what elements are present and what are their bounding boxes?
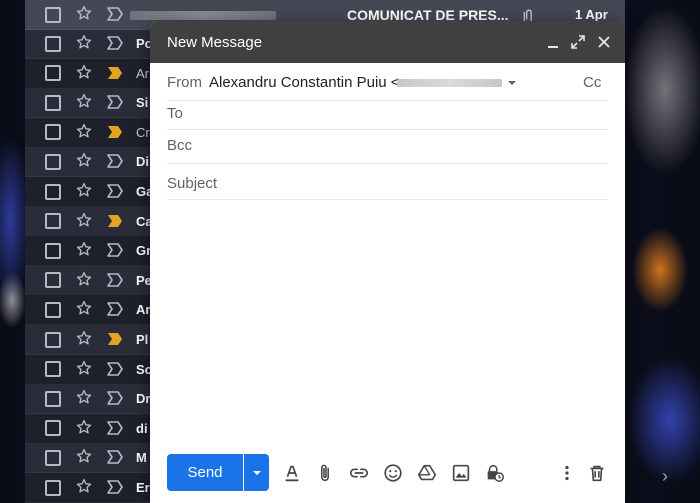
star-icon[interactable] <box>75 240 93 258</box>
compose-window: New Message From Alexandru Constantin Pu… <box>150 21 625 503</box>
row-checkbox[interactable] <box>45 420 61 437</box>
email-sender: Gr <box>136 243 152 259</box>
important-marker-icon[interactable] <box>107 480 123 494</box>
compose-toolbar: Send <box>150 453 625 493</box>
cc-link[interactable]: Cc <box>583 74 601 91</box>
row-checkbox[interactable] <box>45 124 61 141</box>
email-sender: Di <box>136 154 149 170</box>
star-icon[interactable] <box>75 211 93 229</box>
email-sender: Pl <box>136 332 149 347</box>
important-marker-icon[interactable] <box>107 214 123 228</box>
caret-down-icon <box>252 470 261 475</box>
important-marker-icon[interactable] <box>107 302 123 317</box>
star-icon[interactable] <box>75 359 93 377</box>
expand-icon[interactable] <box>570 34 586 50</box>
important-marker-icon[interactable] <box>107 450 123 465</box>
text-format-icon[interactable] <box>281 462 303 484</box>
email-sender: Ar <box>136 65 149 81</box>
star-icon[interactable] <box>75 151 93 169</box>
important-marker-icon[interactable] <box>107 391 123 405</box>
star-icon[interactable] <box>75 388 93 406</box>
divider <box>167 129 608 130</box>
important-marker-icon[interactable] <box>107 66 123 80</box>
trash-icon[interactable] <box>586 462 608 484</box>
star-icon[interactable] <box>75 4 93 22</box>
email-sender: di <box>136 420 148 436</box>
email-sender: M <box>136 450 147 466</box>
link-icon[interactable] <box>348 462 370 484</box>
star-icon[interactable] <box>75 181 93 199</box>
star-icon[interactable] <box>75 270 93 288</box>
to-field[interactable]: To <box>167 105 183 122</box>
important-marker-icon[interactable] <box>107 154 123 169</box>
star-icon[interactable] <box>75 447 93 465</box>
star-icon[interactable] <box>75 477 93 495</box>
row-checkbox[interactable] <box>45 390 61 407</box>
paperclip-icon[interactable] <box>314 462 336 484</box>
important-marker-icon[interactable] <box>107 7 123 21</box>
star-icon[interactable] <box>75 299 93 317</box>
row-checkbox[interactable] <box>45 449 61 466</box>
bcc-field[interactable]: Bcc <box>167 137 192 154</box>
important-marker-icon[interactable] <box>107 36 123 50</box>
email-sender: Dr <box>136 391 151 407</box>
email-sender: Ar <box>136 302 151 318</box>
from-email-redacted <box>397 79 502 87</box>
row-checkbox[interactable] <box>45 183 61 200</box>
important-marker-icon[interactable] <box>107 125 123 139</box>
important-marker-icon[interactable] <box>107 332 123 346</box>
image-icon[interactable] <box>450 462 472 484</box>
row-checkbox[interactable] <box>45 272 61 289</box>
from-label: From <box>167 74 202 91</box>
divider <box>167 100 608 101</box>
drive-icon[interactable] <box>416 462 438 484</box>
important-marker-icon[interactable] <box>107 95 123 109</box>
sender-redacted <box>130 11 276 20</box>
minimize-icon[interactable] <box>545 34 561 50</box>
row-checkbox[interactable] <box>45 94 61 111</box>
caret-down-icon[interactable] <box>506 77 518 89</box>
subject-input[interactable]: Subject <box>167 175 217 192</box>
star-icon[interactable] <box>75 92 93 110</box>
star-icon[interactable] <box>75 122 93 140</box>
compose-header: New Message <box>150 21 625 63</box>
row-checkbox[interactable] <box>45 153 61 170</box>
email-date: 1 Apr <box>575 7 608 22</box>
important-marker-icon[interactable] <box>107 243 123 257</box>
important-marker-icon[interactable] <box>107 361 123 376</box>
confidential-icon[interactable] <box>484 462 506 484</box>
emoji-icon[interactable] <box>382 462 404 484</box>
close-icon[interactable] <box>596 34 612 50</box>
row-checkbox[interactable] <box>45 213 61 230</box>
row-checkbox[interactable] <box>45 65 61 82</box>
more-vert-icon[interactable] <box>556 462 578 484</box>
email-sender: Si <box>136 95 149 111</box>
star-icon[interactable] <box>75 329 93 347</box>
row-checkbox[interactable] <box>45 35 61 52</box>
star-icon[interactable] <box>75 418 93 436</box>
from-field[interactable]: Alexandru Constantin Puiu < <box>209 74 400 91</box>
email-sender: Cr <box>136 124 150 140</box>
send-options-button[interactable] <box>244 454 269 491</box>
important-marker-icon[interactable] <box>107 272 123 287</box>
row-checkbox[interactable] <box>45 331 61 348</box>
row-checkbox[interactable] <box>45 6 61 23</box>
divider <box>167 163 608 164</box>
row-checkbox[interactable] <box>45 242 61 259</box>
email-sender: Er <box>136 480 150 495</box>
important-marker-icon[interactable] <box>107 420 123 435</box>
divider <box>167 199 608 200</box>
star-icon[interactable] <box>75 63 93 81</box>
row-checkbox[interactable] <box>45 479 61 496</box>
compose-title: New Message <box>167 34 263 51</box>
star-icon[interactable] <box>75 33 93 51</box>
chevron-right-icon[interactable]: › <box>662 466 668 487</box>
row-checkbox[interactable] <box>45 301 61 318</box>
send-button[interactable]: Send <box>167 454 243 491</box>
important-marker-icon[interactable] <box>107 184 123 198</box>
row-checkbox[interactable] <box>45 361 61 378</box>
message-body[interactable] <box>167 205 608 445</box>
